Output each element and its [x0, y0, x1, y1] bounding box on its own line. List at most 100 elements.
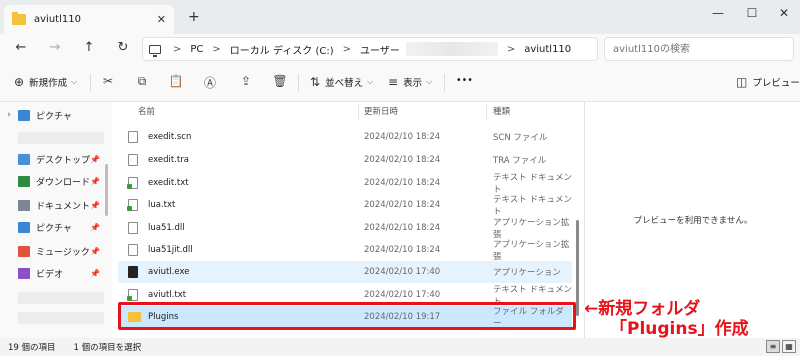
chevron-down-icon: ⌵: [367, 77, 374, 86]
nav-item-downloads[interactable]: ダウンロード 📌: [0, 170, 112, 192]
nav-item-pictures-top[interactable]: › ピクチャ: [0, 104, 112, 126]
address-bar-row: ← → ↑ ↻ > PC > ローカル ディスク (C:) > ユーザー > a…: [0, 34, 800, 64]
nav-item-documents[interactable]: ドキュメント 📌: [0, 194, 112, 216]
tiles-view-icon[interactable]: ▦: [782, 340, 796, 353]
chevron-down-icon: ⌵: [71, 77, 78, 86]
breadcrumb-pc[interactable]: PC: [190, 44, 203, 55]
file-date: 2024/02/10 17:40: [364, 267, 441, 277]
back-button[interactable]: ←: [12, 40, 30, 55]
forward-button[interactable]: →: [46, 40, 64, 55]
column-divider[interactable]: [486, 104, 487, 120]
nav-item-pictures[interactable]: ピクチャ 📌: [0, 216, 112, 238]
file-type: アプリケーション拡張: [493, 218, 570, 240]
file-date: 2024/02/10 17:40: [364, 290, 441, 300]
rename-icon[interactable]: Ⓐ: [202, 74, 218, 91]
breadcrumb-separator: >: [212, 43, 221, 55]
pin-icon: 📌: [90, 200, 100, 210]
file-date: 2024/02/10 18:24: [364, 245, 441, 255]
file-row[interactable]: exedit.txt 2024/02/10 18:24 テキスト ドキュメント: [118, 172, 572, 195]
dll-file-icon: [128, 244, 138, 256]
sort-button[interactable]: ⇅ 並べ替え ⌵: [310, 75, 373, 89]
preview-pane-button[interactable]: ◫ プレビュー: [736, 75, 800, 89]
preview-pane-label: プレビュー: [752, 78, 800, 89]
status-bar: 19 個の項目 1 個の項目を選択 ≡ ▦: [0, 338, 800, 356]
nav-item-label: ドキュメント: [36, 201, 91, 212]
close-tab-icon[interactable]: ✕: [157, 13, 166, 26]
up-button[interactable]: ↑: [80, 40, 98, 55]
pin-icon: 📌: [90, 154, 100, 164]
column-header-name[interactable]: 名前: [138, 102, 155, 120]
breadcrumb-local-disk[interactable]: ローカル ディスク (C:): [230, 42, 334, 57]
file-row[interactable]: lua51jit.dll 2024/02/10 18:24 アプリケーション拡張: [118, 239, 572, 262]
nav-scrollbar[interactable]: [105, 164, 108, 216]
file-type: テキスト ドキュメント: [493, 173, 572, 195]
annotation-line1: ←新規フォルダ: [584, 299, 701, 319]
file-type: テキスト ドキュメント: [493, 195, 572, 217]
copy-icon[interactable]: ⧉: [134, 74, 150, 89]
close-window-button[interactable]: ✕: [774, 6, 794, 20]
search-input[interactable]: [604, 37, 794, 61]
navigation-pane: › ピクチャ デスクトップ 📌 ダウンロード 📌 ドキュメント 📌 ピクチャ 📌…: [0, 102, 112, 338]
new-tab-button[interactable]: +: [188, 9, 200, 25]
exe-file-icon: [128, 266, 138, 278]
toolbar-divider: [90, 74, 91, 92]
column-header-date[interactable]: 更新日時: [364, 102, 398, 120]
pin-icon: 📌: [90, 246, 100, 256]
file-date: 2024/02/10 18:24: [364, 178, 441, 188]
file-row[interactable]: lua51.dll 2024/02/10 18:24 アプリケーション拡張: [118, 217, 572, 240]
file-date: 2024/02/10 18:24: [364, 223, 441, 233]
breadcrumb-separator: >: [506, 43, 516, 55]
paste-icon[interactable]: 📋: [168, 74, 184, 88]
annotation-line2: 「Plugins」作成: [610, 319, 749, 339]
breadcrumb-separator: >: [342, 43, 351, 55]
desktop-icon: [18, 153, 30, 165]
share-icon[interactable]: ⇪: [238, 74, 254, 88]
more-options-button[interactable]: •••: [456, 75, 473, 86]
file-name: lua51.dll: [148, 223, 185, 233]
preview-message: プレビューを利用できません。: [633, 216, 753, 226]
sort-icon: ⇅: [310, 75, 321, 89]
cut-icon[interactable]: ✂: [100, 74, 116, 88]
item-count: 19 個の項目: [8, 343, 56, 353]
toolbar-divider: [298, 74, 299, 92]
file-name: aviutl.txt: [148, 290, 187, 300]
file-list-scrollbar[interactable]: [576, 220, 579, 316]
file-name: lua51jit.dll: [148, 245, 193, 255]
nav-item-music[interactable]: ミュージック 📌: [0, 240, 112, 262]
file-name: exedit.txt: [148, 178, 189, 188]
column-header-type[interactable]: 種類: [493, 102, 510, 120]
tab-aviutl110[interactable]: aviutl110 ✕: [4, 5, 174, 34]
download-icon: [18, 175, 30, 187]
nav-item-videos[interactable]: ビデオ 📌: [0, 262, 112, 284]
nav-item-desktop[interactable]: デスクトップ 📌: [0, 148, 112, 170]
music-icon: [18, 245, 30, 257]
maximize-button[interactable]: ☐: [742, 6, 762, 20]
text-file-icon: [127, 289, 138, 301]
file-type: アプリケーション: [493, 268, 561, 278]
address-field[interactable]: > PC > ローカル ディスク (C:) > ユーザー > aviutl110: [142, 37, 598, 61]
refresh-button[interactable]: ↻: [114, 40, 132, 55]
file-row[interactable]: aviutl.exe 2024/02/10 17:40 アプリケーション: [118, 261, 572, 283]
nav-redacted: [18, 132, 104, 144]
column-divider[interactable]: [358, 104, 359, 120]
file-name: exedit.tra: [148, 155, 189, 165]
documents-icon: [18, 199, 30, 211]
file-row[interactable]: exedit.tra 2024/02/10 18:24 TRA ファイル: [118, 149, 572, 171]
details-view-icon[interactable]: ≡: [766, 340, 780, 353]
file-icon: [128, 154, 138, 166]
nav-item-label: デスクトップ: [36, 155, 91, 166]
breadcrumb-aviutl110[interactable]: aviutl110: [524, 44, 571, 55]
delete-icon[interactable]: 🗑: [272, 74, 288, 88]
chevron-right-icon[interactable]: ›: [0, 110, 18, 120]
tab-title: aviutl110: [34, 14, 81, 25]
dll-file-icon: [128, 222, 138, 234]
file-row[interactable]: lua.txt 2024/02/10 18:24 テキスト ドキュメント: [118, 194, 572, 217]
minimize-button[interactable]: —: [708, 6, 728, 20]
file-row[interactable]: exedit.scn 2024/02/10 18:24 SCN ファイル: [118, 126, 572, 148]
toolbar-divider: [444, 74, 445, 92]
text-file-icon: [127, 199, 138, 211]
new-button[interactable]: ⊕ 新規作成 ⌵: [14, 75, 77, 89]
nav-item-label: ピクチャ: [36, 223, 72, 234]
breadcrumb-users[interactable]: ユーザー: [360, 42, 400, 57]
view-button[interactable]: ≡ 表示 ⌵: [388, 75, 432, 89]
